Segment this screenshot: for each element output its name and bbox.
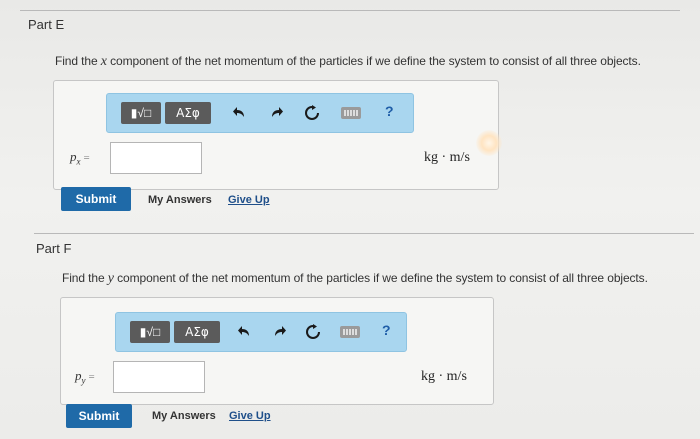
symbols-button[interactable]: ΑΣφ [174,321,220,343]
part-f-submit-button[interactable]: Submit [66,404,132,428]
part-f-give-up-link[interactable]: Give Up [229,410,271,422]
part-f-title: Part F [36,241,72,256]
help-icon[interactable]: ? [382,322,391,338]
part-e-variable-label: px = [70,149,90,167]
part-e-my-answers-link[interactable]: My Answers [148,194,212,206]
section-divider [34,233,694,234]
templates-button[interactable]: ▮√□ [121,102,161,124]
keyboard-icon[interactable] [341,107,361,119]
undo-icon[interactable] [236,323,254,341]
part-f-answer-input[interactable] [113,361,205,393]
undo-icon[interactable] [231,104,249,122]
reset-icon[interactable] [304,323,322,341]
part-f-unit: kg · m/s [421,369,467,384]
part-e-submit-button[interactable]: Submit [61,187,131,211]
redo-icon[interactable] [267,104,285,122]
part-f-math-toolbar: ▮√□ ΑΣφ ? [115,312,407,352]
redo-icon[interactable] [270,323,288,341]
part-e-question: Find the x component of the net momentum… [55,54,641,69]
part-e-answer-panel: ▮√□ ΑΣφ ? px = kg · m/s [53,80,499,190]
part-e-give-up-link[interactable]: Give Up [228,194,270,206]
reset-icon[interactable] [303,104,321,122]
symbols-button[interactable]: ΑΣφ [165,102,211,124]
part-e-answer-input[interactable] [110,142,202,174]
help-icon[interactable]: ? [385,103,394,119]
keyboard-icon[interactable] [340,326,360,338]
part-f-my-answers-link[interactable]: My Answers [152,410,216,422]
part-e-unit: kg · m/s [424,150,470,165]
part-e-math-toolbar: ▮√□ ΑΣφ ? [106,93,414,133]
part-e-title: Part E [28,17,65,32]
part-f-variable-label: py = [75,368,95,386]
templates-button[interactable]: ▮√□ [130,321,170,343]
top-divider [20,10,680,11]
part-f-question: Find the y component of the net momentum… [62,271,648,286]
screen-glare [476,130,502,156]
part-f-answer-panel: ▮√□ ΑΣφ ? py = kg · m/s [60,297,494,405]
